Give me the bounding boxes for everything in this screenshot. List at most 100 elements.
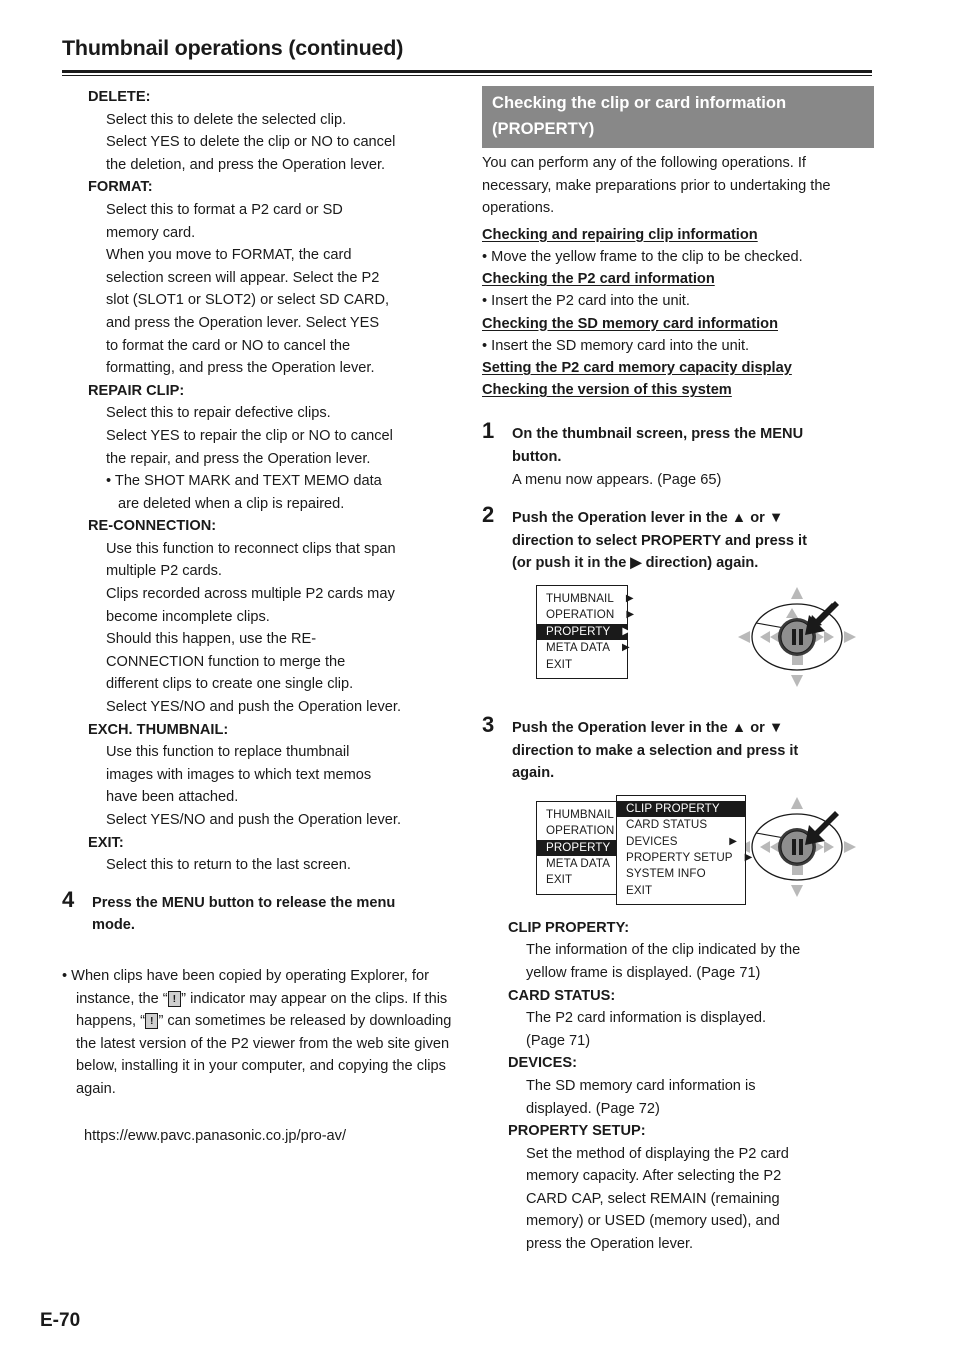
definition-bullet-line: are deleted when a clip is repaired. bbox=[118, 495, 345, 512]
menu-item-label: CARD STATUS bbox=[626, 818, 708, 832]
definition-line: yellow frame is displayed. (Page 71) bbox=[526, 964, 761, 981]
menu-panel-property-submenu[interactable]: CLIP PROPERTY▶CARD STATUS▶DEVICES▶PROPER… bbox=[616, 794, 752, 906]
section-banner: Checking the clip or card information (P… bbox=[482, 86, 874, 148]
step-4-number: 4 bbox=[62, 886, 75, 912]
step-3-title-line-2: direction to make a selection and press … bbox=[512, 742, 799, 759]
definition-line: Select YES/NO and push the Operation lev… bbox=[106, 812, 402, 828]
menu-item-chevron-right-icon: ▶ bbox=[622, 625, 631, 637]
menu-item-chevron-right-icon: ▶ bbox=[622, 642, 630, 654]
step-4: 4 Press the MENU button to release the m… bbox=[62, 887, 462, 937]
menu-item[interactable]: EXIT▶ bbox=[537, 872, 627, 888]
menu-item-chevron-right-icon: ▶ bbox=[744, 851, 753, 863]
definition-line: the deletion, and press the Operation le… bbox=[106, 156, 386, 173]
step-2: 2 Push the Operation lever in the ▲ or ▼… bbox=[482, 503, 874, 701]
definition-line: Use this function to replace thumbnail bbox=[106, 744, 350, 761]
menu-item[interactable]: CLIP PROPERTY▶ bbox=[617, 800, 745, 818]
menu-diagram-step-3: THUMBNAIL▶OPERATION▶PROPERTY▶META DATA▶E… bbox=[536, 793, 874, 911]
definition-line: press the Operation lever. bbox=[526, 1236, 694, 1253]
definition-term: EXCH. THUMBNAIL: bbox=[88, 721, 229, 738]
p2-viewer-url[interactable]: https://eww.pavc.panasonic.co.jp/pro-av/ bbox=[84, 1125, 462, 1148]
definition-line: Set the method of displaying the P2 card bbox=[526, 1145, 789, 1162]
menu-item[interactable]: CARD STATUS▶ bbox=[617, 817, 745, 833]
step-2-title-line-1: Push the Operation lever in the ▲ or ▼ bbox=[512, 510, 784, 527]
step-3: 3 Push the Operation lever in the ▲ or ▼… bbox=[482, 712, 874, 911]
definition-line: become incomplete clips. bbox=[106, 608, 270, 625]
menu-item-chevron-right-icon: ▶ bbox=[625, 592, 634, 604]
definition-line: and press the Operation lever. Select YE… bbox=[106, 314, 380, 331]
menu-item[interactable]: DEVICES ▶ bbox=[617, 834, 745, 850]
menu-item-label: PROPERTY bbox=[546, 840, 611, 854]
section-banner-line-2: (PROPERTY) bbox=[492, 119, 595, 138]
menu-item-chevron-right-icon: ▶ bbox=[626, 609, 635, 621]
header-divider bbox=[62, 70, 872, 76]
menu-item[interactable]: THUMBNAIL ▶ bbox=[537, 591, 634, 607]
page-number: E-70 bbox=[40, 1310, 81, 1331]
definition-term: PROPERTY SETUP: bbox=[508, 1123, 646, 1140]
preparation-bullet: • Insert the SD memory card into the uni… bbox=[482, 337, 750, 354]
definition-line: Select this to repair defective clips. bbox=[106, 405, 331, 422]
definition-term: EXIT: bbox=[88, 834, 124, 851]
menu-item-label: SYSTEM INFO bbox=[626, 867, 706, 881]
menu-panel-top-level[interactable]: THUMBNAIL ▶ OPERATION ▶ PROPERTY ▶ META DATA ▶ E… bbox=[536, 584, 634, 679]
definition-line: When you move to FORMAT, the card bbox=[106, 247, 352, 264]
preparation-bullet: • Insert the P2 card into the unit. bbox=[482, 293, 690, 310]
step-3-title-line-1: Push the Operation lever in the ▲ or ▼ bbox=[512, 719, 784, 736]
menu-item[interactable]: OPERATION▶ bbox=[537, 823, 627, 839]
menu-item-label: THUMBNAIL bbox=[546, 807, 614, 821]
operation-lever-illustration bbox=[732, 581, 862, 693]
definition-term: RE-CONNECTION: bbox=[88, 518, 217, 535]
step-4-title-line-1: Press the MENU button to release the men… bbox=[92, 894, 396, 911]
definition-line: The P2 card information is displayed. bbox=[526, 1010, 767, 1027]
menu-item-label: THUMBNAIL bbox=[546, 591, 614, 605]
definition-line: images with images to which text memos bbox=[106, 766, 372, 783]
page-title: Thumbnail operations (continued) bbox=[62, 36, 404, 60]
menu-item[interactable]: THUMBNAIL▶ bbox=[537, 807, 627, 823]
menu-item[interactable]: PROPERTY▶ bbox=[537, 623, 631, 641]
preparation-heading: Checking and repairing clip information bbox=[482, 226, 758, 243]
definition-line: the repair, and press the Operation leve… bbox=[106, 450, 371, 467]
definition-term: FORMAT: bbox=[88, 179, 153, 196]
step-1: 1 On the thumbnail screen, press the MEN… bbox=[482, 419, 874, 491]
definition-bullet-line: • The SHOT MARK and TEXT MEMO data bbox=[106, 473, 382, 490]
preparation-heading: Checking the version of this system bbox=[482, 382, 732, 399]
step-1-title-line-1: On the thumbnail screen, press the MENU bbox=[512, 426, 804, 443]
warning-indicator-icon-2: ! bbox=[144, 1013, 159, 1030]
definition-line: The information of the clip indicated by… bbox=[526, 942, 801, 959]
definition-line: to format the card or NO to cancel the bbox=[106, 337, 351, 354]
definition-term: DEVICES: bbox=[508, 1055, 577, 1072]
definition-line: Select YES/NO and push the Operation lev… bbox=[106, 699, 402, 716]
divider-thin-line bbox=[62, 75, 872, 76]
definition-line: memory) or USED (memory used), and bbox=[526, 1213, 780, 1230]
menu-item[interactable]: PROPERTY SETUP ▶ bbox=[617, 850, 752, 866]
menu-panel-top-level-2[interactable]: THUMBNAIL▶OPERATION▶PROPERTY▶META DATA▶E… bbox=[536, 800, 628, 895]
menu-item-label: DEVICES bbox=[626, 834, 678, 848]
section-intro-paragraph: You can perform any of the following ope… bbox=[482, 155, 831, 217]
left-definition-list: DELETE: Select this to delete the selecte… bbox=[62, 86, 462, 877]
menu-item[interactable]: PROPERTY▶ bbox=[537, 839, 627, 856]
step-1-subtext: A menu now appears. (Page 65) bbox=[512, 471, 722, 488]
definition-line: slot (SLOT1 or SLOT2) or select SD CARD, bbox=[106, 292, 390, 309]
menu-item-chevron-right-icon: ▶ bbox=[729, 835, 737, 847]
definition-line: The SD memory card information is bbox=[526, 1077, 756, 1094]
menu-item-label: OPERATION bbox=[546, 824, 615, 838]
menu-item[interactable]: EXIT▶ bbox=[537, 657, 627, 673]
menu-item[interactable]: META DATA▶ bbox=[537, 856, 627, 872]
definition-line: memory capacity. After selecting the P2 bbox=[526, 1168, 782, 1185]
menu-item-label: PROPERTY SETUP bbox=[626, 850, 733, 864]
definition-line: Clips recorded across multiple P2 cards … bbox=[106, 586, 395, 603]
menu-item[interactable]: OPERATION ▶ bbox=[537, 607, 634, 623]
definition-term: REPAIR CLIP: bbox=[88, 382, 185, 399]
menu-item[interactable]: EXIT▶ bbox=[617, 883, 745, 899]
section-banner-line-1: Checking the clip or card information bbox=[492, 93, 787, 112]
definition-line: Select YES to delete the clip or NO to c… bbox=[106, 134, 396, 151]
preparation-heading: Checking the SD memory card information bbox=[482, 315, 778, 332]
menu-item-label: EXIT bbox=[546, 657, 573, 671]
menu-item-label: OPERATION bbox=[546, 608, 615, 622]
definition-line: different clips to create one single cli… bbox=[106, 676, 354, 693]
definition-line: formatting, and press the Operation leve… bbox=[106, 360, 375, 377]
preparation-heading: Setting the P2 card memory capacity disp… bbox=[482, 360, 792, 376]
definition-line: Use this function to reconnect clips tha… bbox=[106, 540, 396, 557]
menu-item[interactable]: SYSTEM INFO▶ bbox=[617, 866, 745, 882]
step-2-number: 2 bbox=[482, 502, 495, 528]
menu-item[interactable]: META DATA▶ bbox=[537, 640, 630, 656]
